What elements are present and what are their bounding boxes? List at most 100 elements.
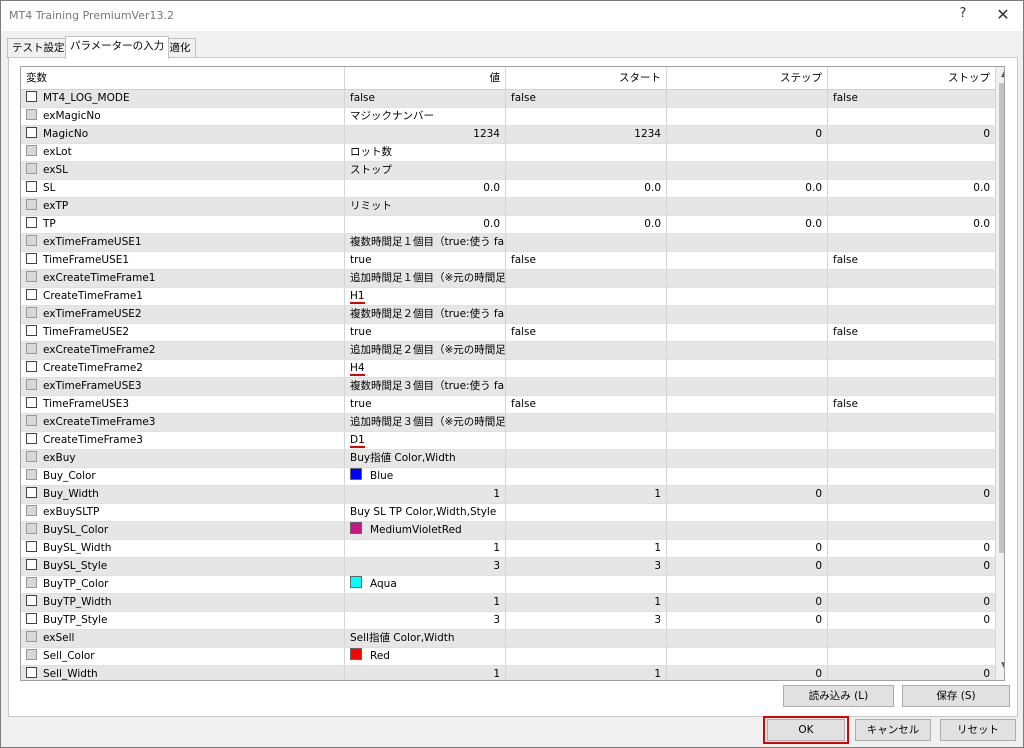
step-cell[interactable]: [667, 414, 828, 432]
optimize-checkbox[interactable]: [26, 289, 37, 300]
step-cell[interactable]: 0: [667, 126, 828, 144]
value-cell[interactable]: false: [345, 90, 506, 108]
variable-name-cell[interactable]: SL: [21, 180, 345, 198]
optimize-checkbox[interactable]: [26, 433, 37, 444]
variable-name-cell[interactable]: TimeFrameUSE3: [21, 396, 345, 414]
start-cell[interactable]: [506, 198, 667, 216]
step-cell[interactable]: [667, 468, 828, 486]
value-cell[interactable]: 1: [345, 666, 506, 680]
step-cell[interactable]: 0: [667, 558, 828, 576]
stop-cell[interactable]: 0.0: [828, 216, 996, 234]
table-row[interactable]: BuySL_Color MediumVioletRed: [21, 522, 996, 540]
step-cell[interactable]: [667, 576, 828, 594]
start-cell[interactable]: [506, 630, 667, 648]
start-cell[interactable]: [506, 162, 667, 180]
variable-name-cell[interactable]: CreateTimeFrame2: [21, 360, 345, 378]
step-cell[interactable]: [667, 234, 828, 252]
step-cell[interactable]: 0: [667, 486, 828, 504]
table-row[interactable]: exTimeFrameUSE1 複数時間足１個目（true:使う false:使わ…: [21, 234, 996, 252]
stop-cell[interactable]: [828, 108, 996, 126]
stop-cell[interactable]: false: [828, 90, 996, 108]
start-cell[interactable]: [506, 288, 667, 306]
table-row[interactable]: exTimeFrameUSE2 複数時間足２個目（true:使う false:使わ…: [21, 306, 996, 324]
optimize-checkbox[interactable]: [26, 487, 37, 498]
start-cell[interactable]: [506, 270, 667, 288]
start-cell[interactable]: false: [506, 252, 667, 270]
table-row[interactable]: MT4_LOG_MODE false false false: [21, 90, 996, 108]
start-cell[interactable]: [506, 504, 667, 522]
value-cell[interactable]: Aqua: [345, 576, 506, 594]
stop-cell[interactable]: [828, 468, 996, 486]
variable-name-cell[interactable]: BuySL_Style: [21, 558, 345, 576]
start-cell[interactable]: [506, 378, 667, 396]
value-cell[interactable]: Blue: [345, 468, 506, 486]
start-cell[interactable]: [506, 234, 667, 252]
value-cell[interactable]: 複数時間足２個目（true:使う false:使わない）: [345, 306, 506, 324]
variable-name-cell[interactable]: TimeFrameUSE1: [21, 252, 345, 270]
stop-cell[interactable]: [828, 648, 996, 666]
table-row[interactable]: TimeFrameUSE3 true false false: [21, 396, 996, 414]
table-row[interactable]: exTP リミット: [21, 198, 996, 216]
table-row[interactable]: Buy_Color Blue: [21, 468, 996, 486]
optimize-checkbox[interactable]: [26, 307, 37, 318]
value-cell[interactable]: マジックナンバー: [345, 108, 506, 126]
table-row[interactable]: BuySL_Style 3 3 0 0: [21, 558, 996, 576]
optimize-checkbox[interactable]: [26, 415, 37, 426]
stop-cell[interactable]: [828, 288, 996, 306]
stop-cell[interactable]: [828, 414, 996, 432]
optimize-checkbox[interactable]: [26, 235, 37, 246]
step-cell[interactable]: [667, 108, 828, 126]
table-row[interactable]: BuyTP_Style 3 3 0 0: [21, 612, 996, 630]
header-step[interactable]: ステップ: [667, 67, 828, 89]
start-cell[interactable]: [506, 522, 667, 540]
step-cell[interactable]: [667, 342, 828, 360]
stop-cell[interactable]: [828, 198, 996, 216]
variable-name-cell[interactable]: BuyTP_Style: [21, 612, 345, 630]
stop-cell[interactable]: 0: [828, 126, 996, 144]
start-cell[interactable]: 3: [506, 612, 667, 630]
close-button[interactable]: ✕: [991, 5, 1015, 27]
optimize-checkbox[interactable]: [26, 127, 37, 138]
stop-cell[interactable]: 0: [828, 540, 996, 558]
table-row[interactable]: CreateTimeFrame2 H4: [21, 360, 996, 378]
load-button[interactable]: 読み込み (L): [783, 685, 894, 707]
table-row[interactable]: TimeFrameUSE1 true false false: [21, 252, 996, 270]
table-row[interactable]: exSell Sell指値 Color,Width: [21, 630, 996, 648]
optimize-checkbox[interactable]: [26, 325, 37, 336]
value-cell[interactable]: D1: [345, 432, 506, 450]
variable-name-cell[interactable]: exTimeFrameUSE1: [21, 234, 345, 252]
step-cell[interactable]: [667, 396, 828, 414]
stop-cell[interactable]: [828, 234, 996, 252]
start-cell[interactable]: 0.0: [506, 216, 667, 234]
value-cell[interactable]: 追加時間足２個目（※元の時間足より大きな時間を指定）: [345, 342, 506, 360]
start-cell[interactable]: [506, 414, 667, 432]
start-cell[interactable]: false: [506, 324, 667, 342]
table-row[interactable]: CreateTimeFrame1 H1: [21, 288, 996, 306]
table-row[interactable]: SL 0.0 0.0 0.0 0.0: [21, 180, 996, 198]
value-cell[interactable]: 1: [345, 540, 506, 558]
variable-name-cell[interactable]: MagicNo: [21, 126, 345, 144]
stop-cell[interactable]: [828, 342, 996, 360]
optimize-checkbox[interactable]: [26, 613, 37, 624]
stop-cell[interactable]: [828, 450, 996, 468]
scroll-thumb[interactable]: [999, 83, 1004, 553]
header-value[interactable]: 値: [345, 67, 506, 89]
optimize-checkbox[interactable]: [26, 253, 37, 264]
value-cell[interactable]: 1234: [345, 126, 506, 144]
stop-cell[interactable]: 0: [828, 594, 996, 612]
parameters-grid[interactable]: 変数 値 スタート ステップ ストップ MT4_LOG_MODE false fal…: [20, 66, 1005, 681]
stop-cell[interactable]: [828, 270, 996, 288]
optimize-checkbox[interactable]: [26, 577, 37, 588]
stop-cell[interactable]: false: [828, 396, 996, 414]
stop-cell[interactable]: [828, 162, 996, 180]
start-cell[interactable]: 1234: [506, 126, 667, 144]
variable-name-cell[interactable]: Sell_Color: [21, 648, 345, 666]
table-row[interactable]: BuySL_Width 1 1 0 0: [21, 540, 996, 558]
variable-name-cell[interactable]: exBuySLTP: [21, 504, 345, 522]
variable-name-cell[interactable]: BuySL_Color: [21, 522, 345, 540]
stop-cell[interactable]: [828, 360, 996, 378]
step-cell[interactable]: [667, 324, 828, 342]
reset-button[interactable]: リセット: [940, 719, 1016, 741]
step-cell[interactable]: 0: [667, 612, 828, 630]
table-row[interactable]: CreateTimeFrame3 D1: [21, 432, 996, 450]
